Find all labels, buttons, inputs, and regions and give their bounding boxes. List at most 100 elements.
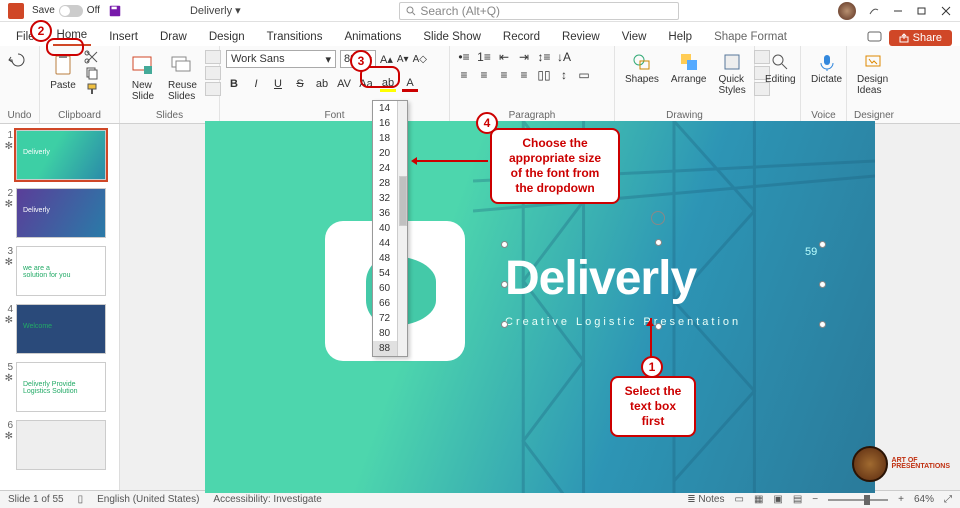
font-name-input[interactable]: Work Sans▾	[226, 50, 336, 68]
slide-thumbnail[interactable]: Welcome	[16, 304, 106, 354]
scroll-thumb[interactable]	[399, 176, 407, 226]
fit-icon[interactable]: ⤢	[944, 494, 952, 505]
shadow-button[interactable]: ab	[314, 76, 330, 92]
reset-icon[interactable]	[205, 66, 221, 80]
document-title[interactable]: Deliverly ▾	[190, 4, 241, 17]
increase-font-icon[interactable]: A▴	[380, 53, 393, 66]
align-right-icon[interactable]: ≡	[496, 68, 512, 82]
notes-button[interactable]: ≣ Notes	[687, 494, 724, 505]
spacing-button[interactable]: AV	[336, 76, 352, 92]
zoom-out-icon[interactable]: −	[812, 494, 818, 505]
tab-shape-format[interactable]: Shape Format	[710, 28, 791, 46]
paste-button[interactable]: Paste	[46, 50, 80, 93]
font-color-button[interactable]: A	[402, 76, 418, 92]
italic-button[interactable]: I	[248, 76, 264, 92]
tab-help[interactable]: Help	[664, 28, 696, 46]
justify-icon[interactable]: ≡	[516, 68, 532, 82]
restore-icon[interactable]	[916, 5, 928, 17]
slide-title-textbox[interactable]: Deliverly	[505, 251, 696, 306]
tab-view[interactable]: View	[618, 28, 651, 46]
align-left-icon[interactable]: ≡	[456, 68, 472, 82]
copy-icon[interactable]	[84, 66, 100, 80]
align-center-icon[interactable]: ≡	[476, 68, 492, 82]
rotation-handle[interactable]	[651, 211, 665, 225]
slide-thumbnail[interactable]: we are a solution for you	[16, 246, 106, 296]
tab-slideshow[interactable]: Slide Show	[419, 28, 485, 46]
spellcheck-icon[interactable]: ▯	[78, 494, 84, 505]
editing-button[interactable]: Editing	[761, 50, 800, 87]
slide-thumbnail[interactable]: Deliverly	[16, 130, 106, 180]
selection-handle[interactable]	[655, 323, 662, 330]
save-icon[interactable]	[108, 4, 122, 18]
selection-handle[interactable]	[655, 239, 662, 246]
user-avatar[interactable]	[838, 2, 856, 20]
underline-button[interactable]: U	[270, 76, 286, 92]
zoom-value[interactable]: 64%	[914, 494, 934, 505]
sorter-view-icon[interactable]: ▦	[754, 494, 763, 505]
undo-icon[interactable]	[6, 50, 26, 70]
normal-view-icon[interactable]: ▭	[734, 494, 743, 505]
cut-icon[interactable]	[84, 50, 100, 64]
selection-handle[interactable]	[501, 281, 508, 288]
tab-transitions[interactable]: Transitions	[263, 28, 327, 46]
tab-insert[interactable]: Insert	[105, 28, 142, 46]
shapes-icon	[632, 52, 652, 72]
toggle-switch-icon[interactable]	[59, 5, 83, 17]
section-icon[interactable]	[205, 82, 221, 96]
bullets-icon[interactable]: •≡	[456, 50, 472, 64]
shapes-button[interactable]: Shapes	[621, 50, 663, 87]
slide-subtitle[interactable]: Creative Logistic Presentation	[505, 316, 741, 328]
design-ideas-button[interactable]: Design Ideas	[853, 50, 892, 98]
autosave-toggle[interactable]: Save Off	[32, 5, 100, 17]
arrange-button[interactable]: Arrange	[667, 50, 711, 87]
zoom-in-icon[interactable]: +	[898, 494, 904, 505]
close-icon[interactable]	[940, 5, 952, 17]
slide-thumbnail[interactable]	[16, 420, 106, 470]
decrease-font-icon[interactable]: A▾	[397, 54, 409, 65]
dictate-button[interactable]: Dictate	[807, 50, 846, 87]
new-slide-button[interactable]: New Slide	[126, 50, 160, 104]
comments-icon[interactable]	[867, 31, 883, 45]
slideshow-view-icon[interactable]: ▤	[793, 494, 802, 505]
scrollbar[interactable]	[397, 101, 407, 356]
strike-button[interactable]: S	[292, 76, 308, 92]
quick-styles-button[interactable]: Quick Styles	[715, 50, 750, 98]
slide-thumbnail[interactable]: Deliverly Provide Logistics Solution	[16, 362, 106, 412]
arrange-label: Arrange	[671, 74, 707, 85]
numbering-icon[interactable]: 1≡	[476, 50, 492, 64]
layout-icon[interactable]	[205, 50, 221, 64]
format-painter-icon[interactable]	[84, 82, 100, 96]
ribbon-display-icon[interactable]	[868, 5, 880, 17]
tab-draw[interactable]: Draw	[156, 28, 191, 46]
tab-record[interactable]: Record	[499, 28, 544, 46]
indent-dec-icon[interactable]: ⇤	[496, 50, 512, 64]
slide-counter[interactable]: Slide 1 of 55	[8, 494, 64, 505]
line-spacing-icon[interactable]: ↕≡	[536, 50, 552, 64]
accessibility-status[interactable]: Accessibility: Investigate	[213, 494, 321, 505]
share-button[interactable]: Share	[889, 30, 952, 46]
columns-icon[interactable]: ▯▯	[536, 68, 552, 82]
indent-inc-icon[interactable]: ⇥	[516, 50, 532, 64]
tab-animations[interactable]: Animations	[340, 28, 405, 46]
tab-review[interactable]: Review	[558, 28, 604, 46]
selection-handle[interactable]	[501, 321, 508, 328]
font-size-dropdown[interactable]: 1416182024283236404448546066728088	[372, 100, 408, 357]
selection-handle[interactable]	[501, 241, 508, 248]
bold-button[interactable]: B	[226, 76, 242, 92]
reading-view-icon[interactable]: ▣	[773, 494, 782, 505]
smartart-icon[interactable]: ▭	[576, 68, 592, 82]
search-input[interactable]: Search (Alt+Q)	[399, 2, 679, 20]
zoom-slider[interactable]	[828, 499, 888, 501]
slide-thumbnail[interactable]: Deliverly	[16, 188, 106, 238]
language-status[interactable]: English (United States)	[97, 494, 199, 505]
clear-format-icon[interactable]: A◇	[413, 54, 427, 65]
slide-thumbnails-panel[interactable]: 1✻ Deliverly 2✻ Deliverly 3✻ we are a so…	[0, 124, 120, 490]
align-text-icon[interactable]: ↕	[556, 68, 572, 82]
reuse-slides-button[interactable]: Reuse Slides	[164, 50, 201, 104]
selection-handle[interactable]	[819, 241, 826, 248]
minimize-icon[interactable]	[892, 5, 904, 17]
text-direction-icon[interactable]: ↓A	[556, 50, 572, 64]
tab-design[interactable]: Design	[205, 28, 249, 46]
selection-handle[interactable]	[819, 321, 826, 328]
selection-handle[interactable]	[819, 281, 826, 288]
